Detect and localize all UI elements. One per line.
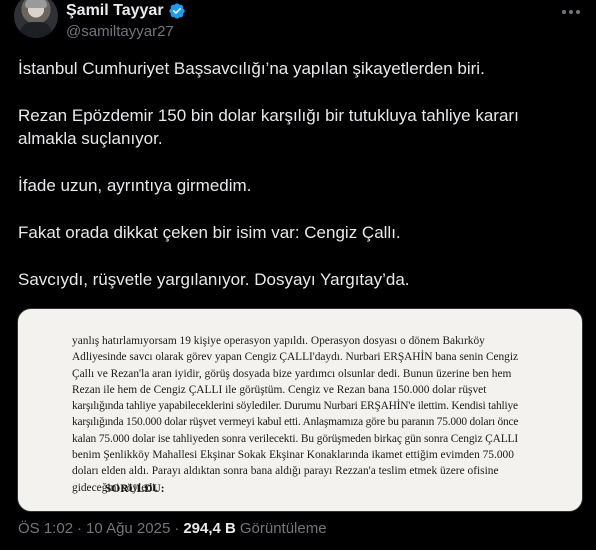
more-options-icon[interactable] [560,4,582,20]
author-name[interactable]: Şamil Tayyar [66,2,164,20]
document-line: kalan 75.000 dolar ise tahliyeden sonra … [72,432,519,445]
avatar-hair [25,0,47,8]
verified-badge-icon [168,3,185,19]
dot [562,10,566,14]
tweet-meta: ÖS 1:02 · 10 Ağu 2025 · 294,4 B Görüntül… [18,520,327,537]
avatar-suit [20,22,52,38]
dot [569,10,573,14]
author-handle[interactable]: @samiltayyar27 [66,23,174,40]
avatar[interactable] [14,0,58,38]
view-count: 294,4 B [183,520,236,537]
document-line: yanlış hatırlamıyorsam 19 kişiye operasy… [72,335,485,347]
tweet-paragraph: İstanbul Cumhuriyet Başsavcılığı’na yapı… [18,59,485,78]
tweet-date[interactable]: 10 Ağu 2025 [86,520,170,537]
views-label: Görüntüleme [239,520,327,537]
dot [576,10,580,14]
document-line: doları elden aldı. Parayı aldıktan sonra… [72,465,499,478]
document-line: Çallı ve Rezan'la aran iyidir, görüş dos… [72,367,512,380]
document-body: yanlış hatırlamıyorsam 19 kişiye operasy… [72,333,518,496]
tweet-paragraph: İfade uzun, ayrıntıya girmedim. [18,176,252,195]
separator-dot: · [174,520,180,537]
tweet-header: Şamil Tayyar @samiltayyar27 [14,0,582,44]
document-heading: SORULDU: [105,483,165,495]
document-line: karşılığında tahliye yapabileceklerini s… [72,400,518,413]
document-line: Adliyesinde savcı olarak görev yapan Cen… [72,351,518,364]
author-name-line[interactable]: Şamil Tayyar [66,2,186,20]
document-line: karşılığında 150.000 dolar rüşvet vermey… [72,416,519,429]
tweet-paragraph: Rezan Epözdemir 150 bin dolar karşılığı … [18,106,519,148]
tweet-text: İstanbul Cumhuriyet Başsavcılığı’na yapı… [18,57,578,315]
attached-document-image[interactable]: yanlış hatırlamıyorsam 19 kişiye operasy… [17,308,583,512]
document-line: benim Şenlikköy Mahallesi Ekşinar Sokak … [72,449,514,462]
document-line: Rezan ile hem de Cengiz ÇALLI ile görüşt… [72,383,487,396]
tweet-paragraph: Fakat orada dikkat çeken bir isim var: C… [18,223,401,242]
tweet-paragraph: Savcıydı, rüşvetle yargılanıyor. Dosyayı… [18,270,410,289]
separator-dot: · [77,520,83,537]
tweet-time[interactable]: ÖS 1:02 [18,520,73,537]
